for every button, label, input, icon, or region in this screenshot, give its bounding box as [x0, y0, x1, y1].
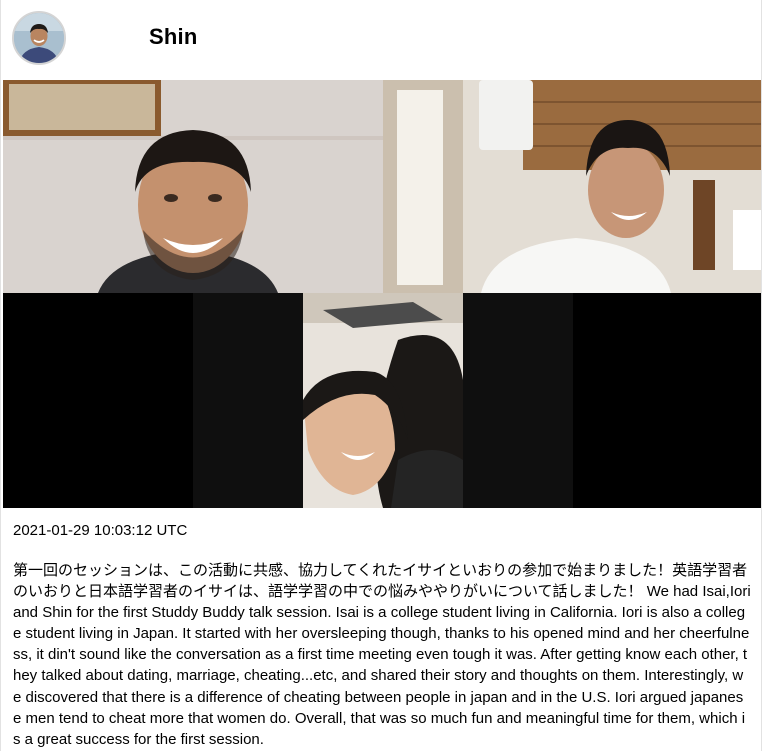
- post-photo[interactable]: [3, 80, 761, 508]
- avatar[interactable]: [12, 11, 66, 65]
- participant-tile-left: [3, 80, 383, 293]
- participant-tile-bottom: [3, 293, 761, 508]
- post-card: Shin 2021-01-29 10:03:12 UTC 第一回のセッションは、…: [0, 0, 762, 751]
- participant-tile-right: [383, 80, 761, 293]
- post-body-text: 第一回のセッションは、この活動に共感、協力してくれたイサイといおりの参加で始まり…: [13, 562, 751, 748]
- video-call-image: [3, 80, 761, 508]
- author-name[interactable]: Shin: [149, 24, 197, 50]
- avatar-image: [14, 13, 64, 63]
- post-header: Shin: [1, 0, 761, 78]
- post-timestamp: 2021-01-29 10:03:12 UTC: [13, 522, 188, 539]
